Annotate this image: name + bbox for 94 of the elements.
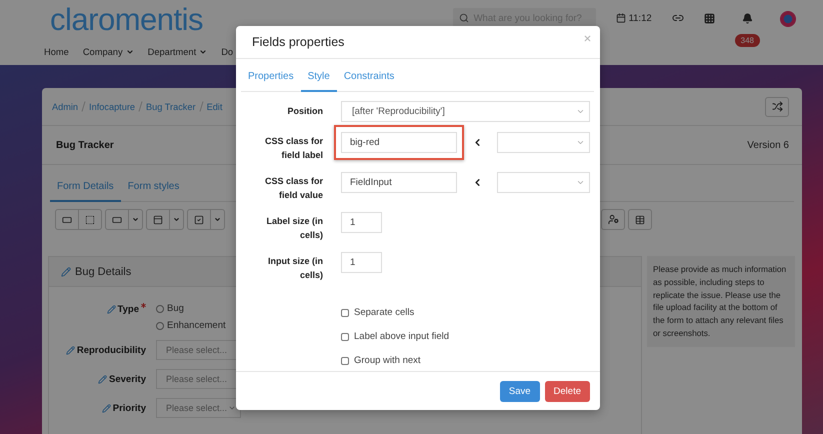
select-field[interactable] bbox=[497, 172, 590, 193]
dropdown-toggle[interactable] bbox=[210, 209, 225, 230]
caret-icon bbox=[214, 216, 221, 223]
help-text: Please provide as much information as possible, including steps to replicate the issue. Please use the file upload facility at the bottom of the form to attach any relevant files or screenshots. bbox=[647, 256, 795, 347]
tab[interactable]: Properties bbox=[241, 69, 301, 92]
delete-button[interactable]: Delete bbox=[544, 380, 590, 402]
checkbox-label: Separate cells bbox=[354, 307, 414, 318]
checkbox-icon bbox=[194, 214, 204, 224]
checkbox-label: Label above input field bbox=[354, 331, 450, 342]
time-text: 11:12 bbox=[628, 12, 652, 24]
field-label: Label size (in cells) bbox=[265, 215, 323, 242]
radio-button[interactable] bbox=[156, 322, 164, 330]
caret-icon bbox=[576, 107, 585, 116]
nav-link[interactable]: Do bbox=[221, 47, 234, 57]
bell-icon bbox=[742, 12, 753, 24]
number-field[interactable]: 1 bbox=[341, 252, 382, 273]
caret-icon bbox=[132, 216, 139, 223]
breadcrumb-link[interactable]: Edit bbox=[206, 102, 222, 112]
breadcrumb-link[interactable]: Bug Tracker bbox=[146, 102, 196, 112]
panel-tool-button[interactable] bbox=[146, 209, 170, 230]
slash-separator-icon bbox=[198, 101, 204, 112]
tab[interactable]: Form styles bbox=[120, 179, 186, 202]
nav-link[interactable]: Home bbox=[44, 47, 69, 57]
pencil-icon bbox=[61, 266, 71, 276]
user-gear-icon bbox=[608, 214, 618, 225]
slash-separator-icon bbox=[138, 101, 144, 112]
pencil-icon bbox=[98, 374, 108, 384]
shuffle-icon bbox=[772, 101, 782, 112]
text-field-tool-button[interactable] bbox=[55, 209, 79, 230]
caret-icon bbox=[576, 178, 585, 187]
dashed-square-icon bbox=[85, 214, 95, 224]
breadcrumb-link[interactable]: Infocapture bbox=[89, 102, 136, 112]
checkbox-tool-button[interactable] bbox=[187, 209, 211, 230]
version-label: Version 6 bbox=[747, 140, 789, 150]
caret-icon bbox=[228, 404, 236, 412]
slash-separator-icon bbox=[81, 101, 86, 112]
nav-link[interactable]: Company bbox=[82, 47, 134, 57]
close-icon bbox=[583, 34, 592, 42]
option-label: Bug bbox=[167, 303, 184, 314]
table-tool-button[interactable] bbox=[628, 209, 652, 230]
field-label: Type bbox=[118, 304, 139, 314]
field-label: CSS class for field value bbox=[264, 175, 323, 202]
field-label: Priority bbox=[112, 402, 146, 414]
tab[interactable]: Style bbox=[300, 69, 337, 92]
link-icon bbox=[672, 12, 684, 24]
close-button[interactable] bbox=[583, 34, 592, 42]
pencil-icon bbox=[106, 304, 116, 314]
rectangle-icon bbox=[112, 214, 122, 224]
field-label: CSS class for field label bbox=[264, 135, 323, 162]
select-field[interactable] bbox=[497, 132, 590, 153]
rectangle-icon bbox=[62, 214, 72, 224]
text-field[interactable]: FieldInput bbox=[341, 172, 457, 193]
save-button[interactable]: Save bbox=[500, 380, 540, 402]
radio-button[interactable] bbox=[156, 304, 164, 312]
page-title: Bug Tracker bbox=[56, 140, 114, 150]
tab[interactable]: Form Details bbox=[50, 179, 121, 202]
checkbox[interactable] bbox=[341, 308, 349, 316]
text-field[interactable]: big-red bbox=[341, 132, 457, 153]
grid-icon bbox=[704, 12, 715, 24]
pencil-icon bbox=[102, 404, 111, 412]
field-label: Input size (in cells) bbox=[267, 255, 323, 282]
dialog-title: Fields properties bbox=[252, 35, 344, 49]
select-field[interactable]: [after 'Reproducibility'] bbox=[341, 101, 590, 122]
dropdown-toggle[interactable] bbox=[128, 209, 143, 230]
caret-icon bbox=[126, 48, 134, 56]
breadcrumb-link[interactable]: Admin bbox=[52, 102, 78, 112]
required-asterisk-icon bbox=[141, 303, 146, 308]
notification-badge: 348 bbox=[734, 34, 760, 47]
dropdown-toggle[interactable] bbox=[169, 209, 184, 230]
shuffle-button[interactable] bbox=[765, 96, 789, 116]
calendar-icon bbox=[616, 13, 626, 23]
checkbox[interactable] bbox=[341, 332, 349, 340]
checkbox[interactable] bbox=[341, 356, 349, 364]
caret-icon bbox=[173, 216, 180, 223]
nav-link[interactable]: Department bbox=[148, 47, 208, 57]
caret-icon bbox=[576, 138, 585, 147]
user-settings-tool-button[interactable] bbox=[601, 209, 625, 230]
option-label: Enhancement bbox=[167, 320, 226, 331]
number-field[interactable]: 1 bbox=[341, 212, 382, 233]
input-tool-button[interactable] bbox=[105, 209, 129, 230]
field-label: Reproducibility bbox=[76, 344, 146, 356]
caret-icon bbox=[199, 48, 208, 56]
table-icon bbox=[635, 214, 645, 224]
avatar[interactable] bbox=[780, 11, 796, 27]
tab[interactable]: Constraints bbox=[336, 69, 402, 92]
checkbox-label: Group with next bbox=[354, 355, 421, 366]
select-field[interactable]: Please select... bbox=[156, 398, 241, 418]
panel-icon bbox=[153, 214, 163, 224]
panel-title: Bug Details bbox=[75, 266, 132, 278]
search-icon bbox=[458, 13, 469, 23]
pencil-icon bbox=[66, 346, 75, 354]
field-label: Severity bbox=[109, 374, 146, 384]
logo: claromentis bbox=[50, 2, 204, 38]
field-label: Position bbox=[286, 105, 323, 118]
